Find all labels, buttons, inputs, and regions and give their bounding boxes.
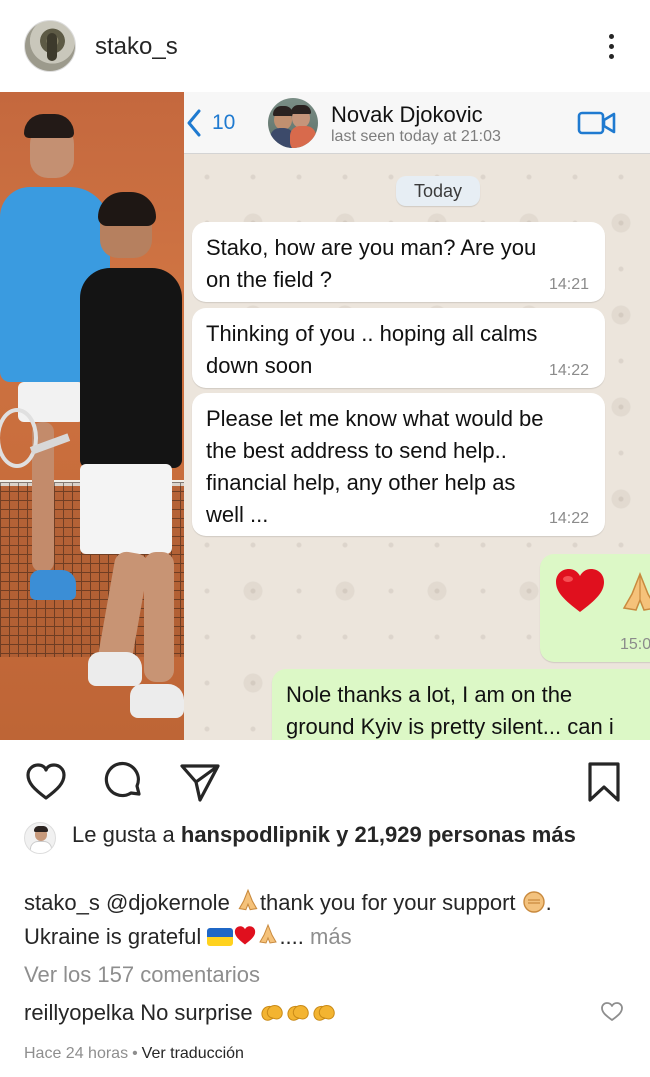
red-heart-icon: [556, 569, 604, 612]
save-bookmark-icon[interactable]: [582, 760, 626, 804]
chat-screenshot: 10 Novak Djokovic last seen today at 21:…: [184, 92, 650, 740]
post-caption: stako_s @djokernole thank you for your s…: [24, 886, 634, 954]
chevron-left-icon: [187, 109, 201, 137]
comment-username[interactable]: reillyopelka: [24, 1000, 134, 1025]
post-image[interactable]: 10 Novak Djokovic last seen today at 21:…: [0, 92, 650, 740]
post-action-bar: [0, 740, 650, 814]
comment-text: No surprise: [140, 1000, 253, 1025]
share-send-icon[interactable]: [178, 760, 222, 804]
comment-icon[interactable]: [101, 760, 145, 804]
caption-period: .: [545, 890, 552, 915]
more-vertical-icon[interactable]: [598, 30, 626, 64]
caption-text: thank you for your support: [259, 890, 516, 915]
caption-text-line2: Ukraine is grateful: [24, 924, 202, 949]
red-heart-icon: [235, 926, 256, 945]
message-bubble-incoming: Thinking of you .. hoping all calms down…: [192, 308, 605, 388]
clapping-hands-icon: [284, 1001, 311, 1023]
message-time: 14:22: [548, 362, 589, 379]
caption-mention[interactable]: @djokernole: [106, 890, 230, 915]
clapping-hands-icon: [310, 1001, 337, 1023]
comment-like-heart-icon[interactable]: [600, 1000, 624, 1022]
unread-count: 10: [212, 111, 236, 134]
likes-count[interactable]: y 21,929 personas más: [330, 822, 576, 847]
message-text: Please let me know what would be the bes…: [206, 406, 544, 527]
clapping-hands-icon: [258, 1001, 285, 1023]
back-button[interactable]: 10: [184, 106, 235, 140]
caption-more-link[interactable]: más: [310, 924, 352, 949]
post-meta: Hace 24 horas • Ver traducción: [24, 1045, 244, 1063]
message-bubble-outgoing: Nole thanks a lot, I am on the ground Ky…: [272, 669, 650, 740]
meta-separator: •: [132, 1045, 138, 1062]
contact-name: Novak Djokovic: [331, 102, 483, 127]
message-time: 14:21: [548, 276, 589, 293]
likes-text: Le gusta a hanspodlipnik y 21,929 person…: [72, 820, 632, 850]
video-call-icon[interactable]: [577, 110, 617, 136]
message-bubble-incoming: Stako, how are you man? Are you on the f…: [192, 222, 605, 302]
comment-row: reillyopelka No surprise: [24, 1000, 337, 1026]
folded-hands-icon: [622, 571, 650, 611]
date-separator: Today: [396, 176, 480, 206]
chat-header: 10 Novak Djokovic last seen today at 21:…: [184, 92, 650, 154]
like-heart-icon[interactable]: [24, 760, 68, 804]
message-bubble-incoming: Please let me know what would be the bes…: [192, 393, 605, 536]
post-header: stako_s: [0, 0, 650, 92]
message-text: Stako, how are you man? Are you on the f…: [206, 235, 537, 292]
caption-username[interactable]: stako_s: [24, 890, 100, 915]
ukraine-flag-icon: [207, 928, 234, 946]
message-bubble-outgoing-emoji: 15:01: [540, 554, 650, 662]
message-text: Nole thanks a lot, I am on the ground Ky…: [286, 682, 614, 739]
see-translation-link[interactable]: Ver traducción: [142, 1045, 244, 1062]
contact-last-seen: last seen today at 21:03: [331, 128, 501, 145]
message-text: Thinking of you .. hoping all calms down…: [206, 321, 538, 378]
view-all-comments-link[interactable]: Ver los 157 comentarios: [24, 962, 260, 988]
caption-ellipsis: ....: [279, 924, 304, 949]
tennis-photo: [0, 92, 184, 740]
likes-prefix: Le gusta a: [72, 822, 181, 847]
raised-fist-icon: [522, 891, 545, 913]
post-username[interactable]: stako_s: [95, 33, 178, 61]
liker-username[interactable]: hanspodlipnik: [181, 822, 330, 847]
contact-avatar[interactable]: [268, 98, 318, 148]
liker-avatar[interactable]: [24, 822, 56, 854]
folded-hands-icon: [259, 923, 278, 944]
message-time: 15:01: [619, 636, 650, 653]
profile-avatar[interactable]: [24, 20, 76, 72]
folded-hands-icon: [238, 888, 258, 911]
post-timestamp: Hace 24 horas: [24, 1045, 129, 1062]
message-time: 14:22: [548, 510, 589, 527]
